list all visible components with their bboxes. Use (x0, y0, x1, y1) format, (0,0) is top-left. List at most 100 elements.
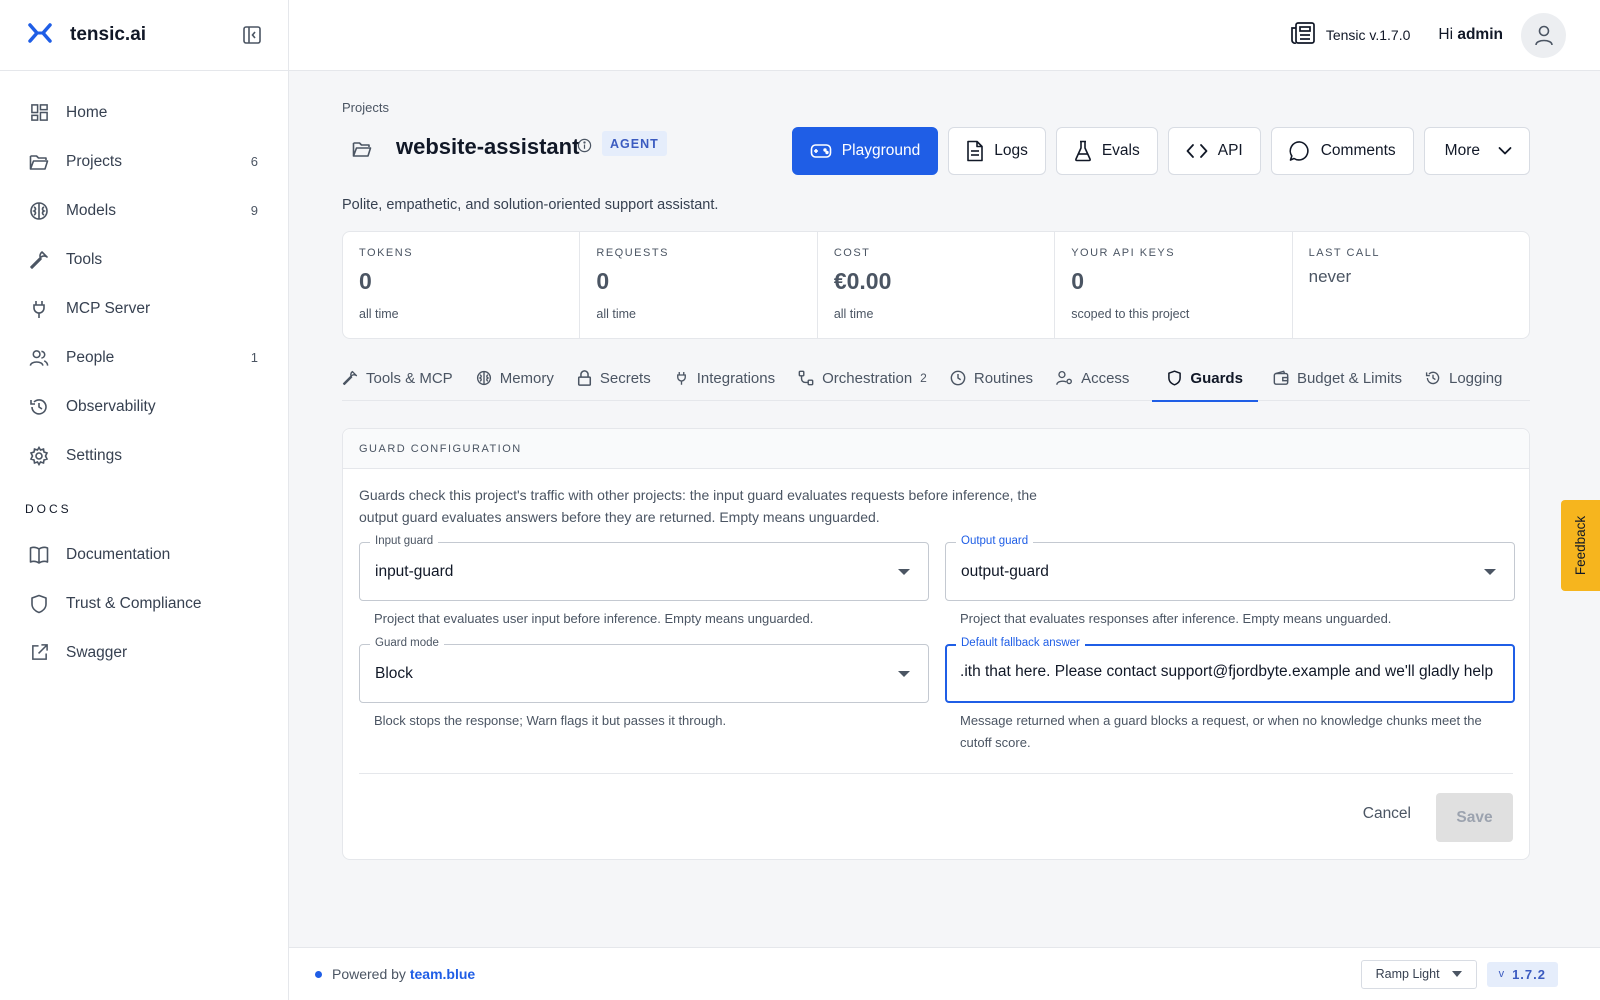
logs-button[interactable]: Logs (948, 127, 1046, 175)
powered-brand-link[interactable]: team.blue (410, 966, 475, 982)
topbar: Tensic v.1.7.0 Hi admin (289, 0, 1600, 71)
project-tabs: Tools & MCP Memory Secrets Integrations … (342, 355, 1530, 402)
collapse-sidebar-icon[interactable] (240, 23, 264, 47)
plug-icon (29, 299, 49, 319)
avatar[interactable] (1521, 12, 1566, 58)
tab-label: Secrets (599, 369, 651, 387)
stat-requests: REQUESTS 0 all time (580, 232, 818, 338)
tab-label: Integrations (696, 369, 776, 387)
sidebar-item-projects[interactable]: Projects 6 (0, 137, 288, 186)
output-guard-label: Output guard (956, 535, 1034, 547)
sidebar-item-observability[interactable]: Observability (0, 382, 288, 431)
comments-button[interactable]: Comments (1270, 127, 1414, 175)
dropdown-caret-icon (1451, 971, 1462, 977)
tab-routines[interactable]: Routines (950, 355, 1041, 401)
more-button[interactable]: More (1423, 127, 1530, 175)
sidebar-item-people[interactable]: People 1 (0, 333, 288, 382)
stat-sub: all time (359, 307, 399, 321)
save-button[interactable]: Save (1436, 793, 1513, 842)
main-content: Projects website-assistant AGENT Playgro… (342, 71, 1530, 860)
page-title: website-assistant (396, 134, 580, 159)
output-guard-value: output-guard (961, 563, 1049, 580)
dashboard-icon (29, 103, 49, 123)
sidebar-item-swagger[interactable]: Swagger (0, 628, 288, 677)
tab-secrets[interactable]: Secrets (577, 355, 659, 401)
guard-mode-field: Guard mode Block Block stops the respons… (359, 637, 929, 732)
sidebar-item-tools[interactable]: Tools (0, 235, 288, 284)
wallet-icon (1273, 370, 1289, 386)
wrench-icon (29, 250, 49, 270)
tensic-logo-icon[interactable] (28, 22, 52, 48)
user-icon (1534, 25, 1553, 46)
sidebar-item-documentation[interactable]: Documentation (0, 530, 288, 579)
stat-value: 0 (359, 268, 372, 294)
tab-tools-mcp[interactable]: Tools & MCP (342, 355, 461, 401)
powered-prefix: Powered by (332, 966, 406, 982)
stat-label: REQUESTS (596, 247, 669, 259)
tab-integrations[interactable]: Integrations (674, 355, 783, 401)
username: admin (1457, 26, 1503, 43)
tab-label: Access (1081, 369, 1130, 387)
fallback-answer-label: Default fallback answer (956, 637, 1085, 649)
evals-label: Evals (1101, 142, 1140, 159)
fallback-answer-input[interactable] (960, 663, 1500, 681)
sidebar-item-count: 9 (250, 203, 258, 218)
stat-label: TOKENS (359, 247, 414, 259)
tab-orchestration[interactable]: Orchestration 2 (798, 355, 935, 401)
sidebar-item-settings[interactable]: Settings (0, 431, 288, 480)
stat-value: €0.00 (833, 268, 892, 294)
output-guard-help: Project that evaluates responses after i… (960, 611, 1392, 626)
folder-open-icon (352, 140, 372, 163)
plug-icon (674, 370, 689, 386)
tab-label: Budget & Limits (1296, 369, 1402, 387)
stat-sub: all time (596, 307, 636, 321)
footer: Powered by team.blue Ramp Light v 1.7.2 (289, 947, 1600, 1000)
guard-mode-label: Guard mode (370, 637, 444, 649)
stat-last-call: LAST CALL never (1293, 232, 1529, 338)
sidebar-item-label: MCP Server (66, 299, 151, 317)
code-icon (1186, 143, 1208, 159)
sidebar-item-trust-compliance[interactable]: Trust & Compliance (0, 579, 288, 628)
brand-name[interactable]: tensic.ai (70, 24, 240, 46)
input-guard-select[interactable]: Input guard input-guard (359, 535, 929, 601)
tab-logging[interactable]: Logging (1425, 355, 1510, 401)
stat-value: never (1308, 267, 1352, 286)
info-icon[interactable] (577, 138, 592, 158)
dropdown-caret-icon (898, 671, 910, 677)
guard-configuration-panel: GUARD CONFIGURATION Guards check this pr… (342, 428, 1530, 860)
powered-by: Powered by team.blue (332, 966, 1361, 982)
tab-guards[interactable]: Guards (1152, 355, 1258, 402)
fallback-answer-box[interactable]: Default fallback answer (945, 637, 1515, 703)
file-text-icon (966, 140, 984, 162)
api-button[interactable]: API (1167, 127, 1261, 175)
chevron-down-icon (1498, 146, 1512, 156)
clock-icon (950, 370, 966, 386)
guard-mode-select[interactable]: Guard mode Block (359, 637, 929, 703)
guard-mode-help: Block stops the response; Warn flags it … (374, 713, 727, 728)
tab-memory[interactable]: Memory (476, 355, 562, 401)
output-guard-select[interactable]: Output guard output-guard (945, 535, 1515, 601)
stat-value: 0 (1071, 268, 1085, 294)
tab-label: Guards (1190, 369, 1243, 387)
project-actions: Playground Logs Evals API Comments More (791, 127, 1530, 175)
tab-budget-limits[interactable]: Budget & Limits (1273, 355, 1410, 401)
project-header: website-assistant AGENT Playground Logs … (342, 127, 1530, 187)
divider (359, 773, 1513, 774)
more-label: More (1444, 142, 1480, 159)
version-info[interactable]: Tensic v.1.7.0 (1290, 21, 1410, 50)
stat-value: 0 (596, 268, 610, 294)
tab-label: Logging (1449, 369, 1503, 387)
gear-icon (29, 445, 49, 466)
sidebar-item-home[interactable]: Home (0, 88, 288, 137)
playground-button[interactable]: Playground (791, 127, 939, 175)
sidebar-item-label: People (66, 348, 115, 366)
sidebar-item-count: 6 (250, 154, 258, 169)
sidebar-item-mcp-server[interactable]: MCP Server (0, 284, 288, 333)
cancel-button[interactable]: Cancel (1363, 805, 1411, 823)
tab-access[interactable]: Access (1056, 355, 1137, 401)
theme-select[interactable]: Ramp Light (1360, 959, 1477, 989)
sidebar-item-models[interactable]: Models 9 (0, 186, 288, 235)
evals-button[interactable]: Evals (1055, 127, 1158, 175)
breadcrumb[interactable]: Projects (342, 100, 389, 115)
feedback-tab[interactable]: Feedback (1561, 500, 1600, 591)
